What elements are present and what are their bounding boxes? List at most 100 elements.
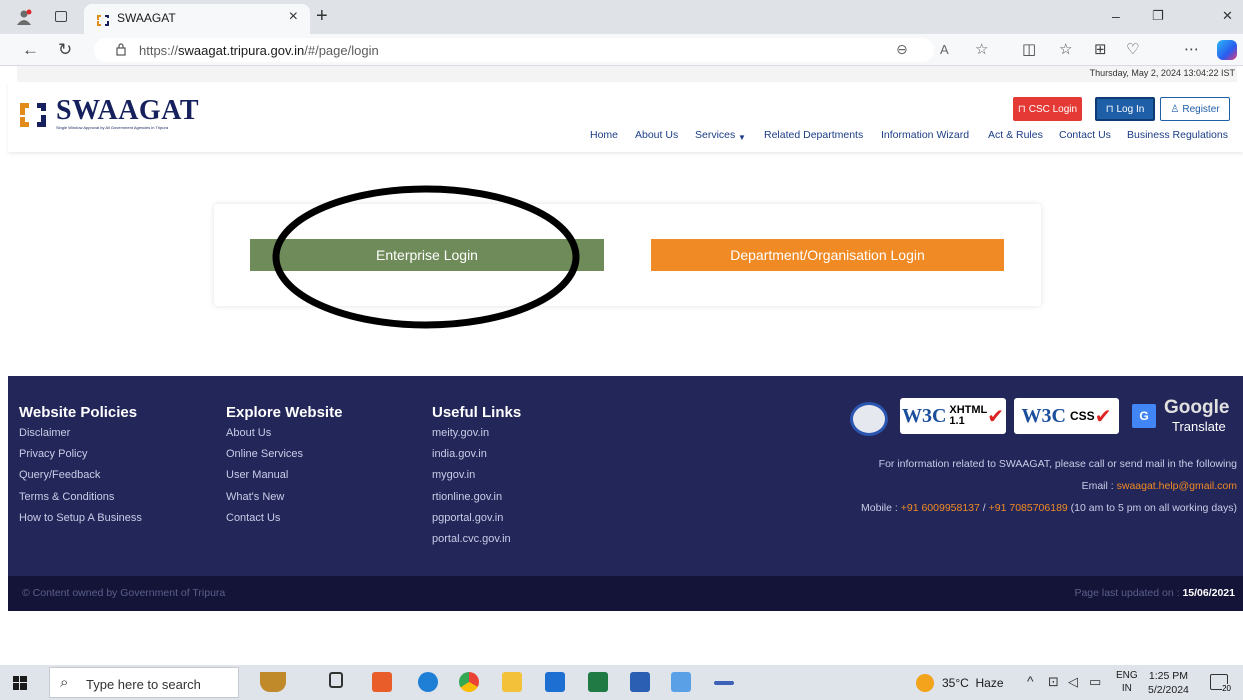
tab-close-icon[interactable]: × bbox=[289, 8, 298, 26]
zoom-icon[interactable]: ⊖ bbox=[896, 42, 908, 56]
site-favicon bbox=[97, 13, 109, 26]
refresh-icon[interactable]: ↻ bbox=[58, 41, 72, 58]
lock-icon[interactable] bbox=[116, 43, 126, 56]
footer-link[interactable]: pgportal.gov.in bbox=[432, 512, 521, 533]
chrome-icon[interactable] bbox=[459, 672, 479, 692]
word-icon[interactable] bbox=[630, 672, 650, 692]
search-icon: ⌕ bbox=[60, 674, 69, 691]
language-indicator[interactable]: ENG IN bbox=[1116, 669, 1138, 695]
footer-link[interactable]: Online Services bbox=[226, 448, 342, 469]
taskbar-search-input[interactable]: ⌕ Type here to search bbox=[49, 667, 239, 698]
nav-services[interactable]: Services bbox=[695, 129, 735, 141]
footer-link[interactable]: Contact Us bbox=[226, 512, 342, 533]
new-tab-button[interactable]: + bbox=[316, 5, 328, 28]
user-icon: ♙ bbox=[1170, 103, 1180, 115]
close-window-button[interactable]: ✕ bbox=[1222, 8, 1233, 24]
phone-link[interactable]: +91 7085706189 bbox=[989, 502, 1068, 514]
footer-link[interactable]: User Manual bbox=[226, 469, 342, 490]
footer-link[interactable]: Privacy Policy bbox=[19, 448, 142, 469]
w3c-xhtml-badge[interactable]: W3C XHTML 1.1 ✔ bbox=[900, 398, 1006, 434]
footer-link[interactable]: rtionline.gov.in bbox=[432, 491, 521, 512]
volume-icon[interactable]: ◁ bbox=[1068, 674, 1078, 690]
highlight-ellipse bbox=[272, 185, 580, 329]
login-button[interactable]: ⊓ Log In bbox=[1095, 97, 1155, 121]
minimize-button[interactable]: – bbox=[1112, 8, 1120, 24]
url-field[interactable]: https://swaagat.tripura.gov.in/#/page/lo… bbox=[94, 38, 934, 62]
search-highlight-icon[interactable] bbox=[260, 672, 286, 692]
read-aloud-icon[interactable]: A bbox=[940, 43, 949, 56]
site-logo[interactable]: SWAAGAT bbox=[56, 95, 199, 127]
department-login-button[interactable]: Department/Organisation Login bbox=[651, 239, 1004, 271]
nav-business-regulations[interactable]: Business Regulations bbox=[1127, 129, 1228, 141]
accessibility-badge-icon[interactable] bbox=[850, 402, 888, 436]
mail-icon[interactable] bbox=[545, 672, 565, 692]
nav-home[interactable]: Home bbox=[590, 129, 618, 141]
split-screen-icon[interactable]: ◫ bbox=[1022, 42, 1036, 57]
tab-swaagat[interactable]: SWAAGAT × bbox=[84, 4, 310, 34]
back-icon[interactable]: ← bbox=[22, 41, 39, 58]
clock[interactable]: 1:25 PM 5/2/2024 bbox=[1148, 669, 1189, 697]
footer-link[interactable]: How to Setup A Business bbox=[19, 512, 142, 533]
photos-icon[interactable] bbox=[671, 672, 691, 692]
swaagat-logo-mark[interactable] bbox=[20, 103, 46, 127]
nav-related-departments[interactable]: Related Departments bbox=[764, 129, 863, 141]
collections-icon[interactable]: ⊞ bbox=[1094, 42, 1107, 57]
notifications-icon[interactable]: 20 bbox=[1210, 674, 1231, 693]
url-text: https://swaagat.tripura.gov.in/#/page/lo… bbox=[139, 43, 379, 58]
footer-heading: Explore Website bbox=[226, 404, 343, 421]
footer-link[interactable]: About Us bbox=[226, 427, 342, 448]
excel-icon[interactable] bbox=[588, 672, 608, 692]
favorite-star-icon[interactable]: ☆ bbox=[975, 42, 988, 57]
footer-link[interactable]: portal.cvc.gov.in bbox=[432, 533, 521, 554]
footer-link[interactable]: What's New bbox=[226, 491, 342, 512]
google-translate-badge[interactable]: G Google Translate bbox=[1128, 396, 1238, 436]
footer-link[interactable]: india.gov.in bbox=[432, 448, 521, 469]
windows-start-icon[interactable] bbox=[13, 676, 27, 690]
caret-down-icon[interactable]: ▼ bbox=[738, 133, 746, 142]
network-icon[interactable]: ⊡ bbox=[1048, 674, 1059, 690]
footer-link[interactable]: meity.gov.in bbox=[432, 427, 521, 448]
w3c-css-badge[interactable]: W3C CSS ✔ bbox=[1014, 398, 1119, 434]
register-button[interactable]: ♙ Register bbox=[1160, 97, 1230, 121]
contact-info-line: For information related to SWAAGAT, plea… bbox=[878, 458, 1237, 470]
nav-act-rules[interactable]: Act & Rules bbox=[988, 129, 1043, 141]
app-icon[interactable] bbox=[714, 681, 734, 685]
favorites-icon[interactable]: ☆ bbox=[1059, 42, 1072, 57]
show-hidden-icons[interactable]: ^ bbox=[1027, 673, 1034, 689]
nav-contact-us[interactable]: Contact Us bbox=[1059, 129, 1111, 141]
tab-actions-icon[interactable] bbox=[55, 11, 67, 22]
app-icon[interactable] bbox=[372, 672, 392, 692]
task-view-icon[interactable] bbox=[329, 672, 343, 688]
site-tagline: Single Window Approval by All Government… bbox=[56, 125, 169, 130]
copilot-icon[interactable] bbox=[1217, 40, 1237, 60]
file-explorer-icon[interactable] bbox=[502, 672, 522, 692]
browser-essentials-icon[interactable]: ♡ bbox=[1126, 42, 1139, 57]
site-header: SWAAGAT Single Window Approval by All Go… bbox=[8, 82, 1243, 152]
email-link[interactable]: swaagat.help@gmail.com bbox=[1117, 480, 1237, 492]
current-datetime: Thursday, May 2, 2024 13:04:22 IST bbox=[1089, 68, 1235, 78]
last-updated: Page last updated on : 15/06/2021 bbox=[1074, 587, 1235, 599]
footer-link[interactable]: Terms & Conditions bbox=[19, 491, 142, 512]
footer-heading: Useful Links bbox=[432, 404, 522, 421]
footer-heading: Website Policies bbox=[19, 404, 138, 421]
more-menu-icon[interactable]: ⋯ bbox=[1184, 42, 1199, 57]
footer-link[interactable]: mygov.in bbox=[432, 469, 521, 490]
browser-tab-bar: SWAAGAT × + – ❐ ✕ bbox=[0, 0, 1243, 34]
site-footer: Website Policies Disclaimer Privacy Poli… bbox=[8, 376, 1243, 576]
edge-icon[interactable] bbox=[418, 672, 438, 692]
battery-icon[interactable]: ▭ bbox=[1089, 674, 1101, 690]
phone-link[interactable]: +91 6009958137 bbox=[901, 502, 980, 514]
lock-icon: ⊓ bbox=[1105, 103, 1114, 115]
footer-policies: Website Policies Disclaimer Privacy Poli… bbox=[19, 404, 142, 533]
restore-button[interactable]: ❐ bbox=[1152, 8, 1164, 24]
contact-mobile: Mobile : +91 6009958137 / +91 7085706189… bbox=[861, 502, 1237, 514]
csc-login-button[interactable]: ⊓ CSC Login bbox=[1013, 97, 1082, 121]
profile-icon[interactable] bbox=[16, 9, 32, 25]
nav-information-wizard[interactable]: Information Wizard bbox=[881, 129, 969, 141]
weather-icon[interactable] bbox=[916, 674, 934, 692]
weather-text[interactable]: 35°C Haze bbox=[942, 676, 1004, 690]
nav-about-us[interactable]: About Us bbox=[635, 129, 678, 141]
windows-taskbar: ⌕ Type here to search 35°C Haze ^ ⊡ ◁ ▭ … bbox=[0, 665, 1243, 700]
footer-link[interactable]: Disclaimer bbox=[19, 427, 142, 448]
footer-link[interactable]: Query/Feedback bbox=[19, 469, 142, 490]
